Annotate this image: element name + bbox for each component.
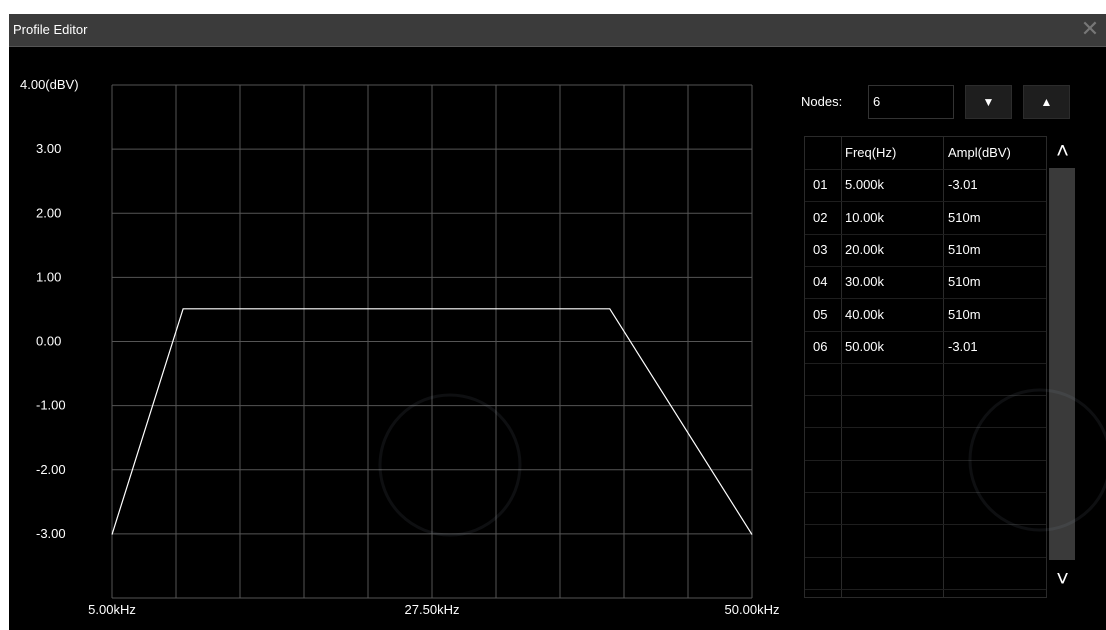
row-freq: 40.00k	[845, 306, 885, 322]
triangle-up-icon: ▲	[1040, 95, 1053, 109]
table-row[interactable]	[805, 525, 1046, 558]
header-freq: Freq(Hz)	[845, 145, 897, 160]
table-row[interactable]	[805, 557, 1046, 590]
row-freq: 30.00k	[845, 274, 885, 290]
row-index: 01	[813, 177, 828, 193]
row-index: 02	[813, 209, 828, 225]
x-tick-label: 27.50kHz	[405, 602, 460, 617]
row-ampl: -3.01	[948, 177, 978, 193]
table-row[interactable]: 01 5.000k -3.01	[805, 169, 1046, 203]
y-tick-label: -2.00	[36, 462, 66, 477]
nodes-input[interactable]: 6	[868, 85, 954, 119]
row-index: 05	[813, 306, 828, 322]
table-row[interactable]: 02 10.00k 510m	[805, 202, 1046, 235]
row-ampl: 510m	[948, 241, 981, 257]
nodes-increase-button[interactable]: ▲	[1023, 85, 1070, 119]
y-tick-label: -1.00	[36, 398, 66, 413]
table-row[interactable]: 06 50.00k -3.01	[805, 331, 1046, 364]
triangle-down-icon: ▼	[982, 95, 995, 109]
nodes-label: Nodes:	[801, 94, 843, 109]
chevron-up-icon[interactable]: ˄	[1047, 136, 1078, 166]
node-table: Freq(Hz) Ampl(dBV) 01 5.000k -3.01 02 10.00k…	[804, 136, 1047, 598]
row-ampl: 510m	[948, 274, 981, 290]
table-header: Freq(Hz) Ampl(dBV)	[805, 137, 1046, 170]
x-tick-label: 5.00kHz	[88, 602, 136, 617]
scroll-thumb[interactable]	[1049, 168, 1075, 560]
table-row[interactable]: 03 20.00k 510m	[805, 234, 1046, 267]
nodes-decrease-button[interactable]: ▼	[965, 85, 1012, 119]
row-index: 03	[813, 241, 828, 257]
row-index: 04	[813, 274, 828, 290]
table-scrollbar[interactable]: ˄ ˅	[1047, 136, 1078, 598]
table-row[interactable]: 05 40.00k 510m	[805, 299, 1046, 332]
y-tick-label: -3.00	[36, 526, 66, 541]
row-freq: 20.00k	[845, 241, 885, 257]
chevron-down-icon[interactable]: ˅	[1047, 564, 1078, 594]
y-tick-label: 2.00	[36, 205, 61, 220]
table-row[interactable]	[805, 428, 1046, 461]
row-ampl: 510m	[948, 306, 981, 322]
row-ampl: -3.01	[948, 338, 978, 354]
table-row[interactable]	[805, 460, 1046, 493]
row-freq: 50.00k	[845, 338, 885, 354]
row-freq: 5.000k	[845, 177, 885, 193]
y-tick-label: 3.00	[36, 141, 61, 156]
row-index: 06	[813, 338, 828, 354]
y-tick-label: 1.00	[36, 269, 61, 284]
table-row[interactable]	[805, 363, 1046, 397]
row-freq: 10.00k	[845, 209, 885, 225]
y-tick-label: 4.00(dBV)	[20, 77, 79, 92]
table-row[interactable]	[805, 395, 1046, 429]
x-tick-label: 50.00kHz	[725, 602, 780, 617]
row-ampl: 510m	[948, 209, 981, 225]
table-row[interactable]	[805, 492, 1046, 526]
y-tick-label: 0.00	[36, 334, 61, 349]
header-ampl: Ampl(dBV)	[948, 145, 1011, 160]
table-row[interactable]: 04 30.00k 510m	[805, 266, 1046, 300]
